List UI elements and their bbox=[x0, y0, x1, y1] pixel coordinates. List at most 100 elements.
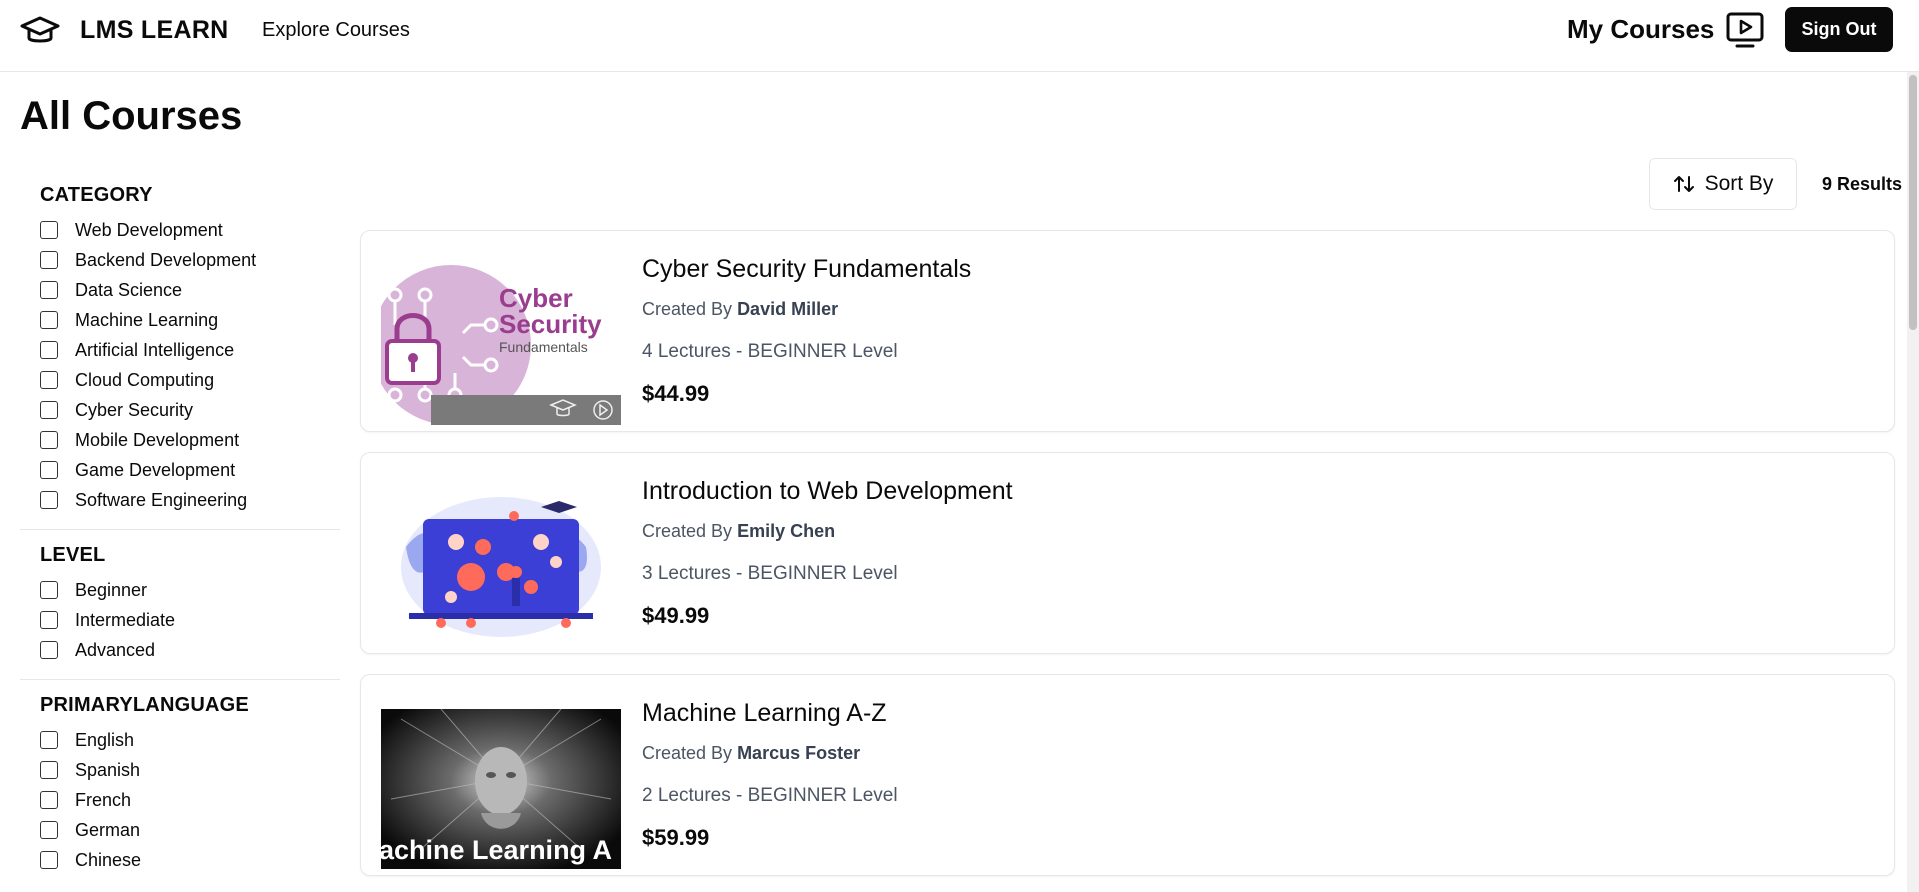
language-option[interactable]: Spanish bbox=[40, 755, 340, 785]
course-card[interactable]: Introduction to Web Development Created … bbox=[360, 452, 1895, 654]
divider bbox=[20, 679, 340, 680]
checkbox[interactable] bbox=[40, 761, 58, 779]
checkbox[interactable] bbox=[40, 491, 58, 509]
results-count: 9 Results bbox=[1822, 174, 1903, 194]
language-option[interactable]: German bbox=[40, 815, 340, 845]
thumb-text-machine-learning: achine Learning A bbox=[381, 835, 612, 865]
category-option[interactable]: Backend Development bbox=[40, 245, 340, 275]
language-filter-title: PRIMARYLANGUAGE bbox=[40, 694, 249, 716]
level-option[interactable]: Beginner bbox=[40, 575, 340, 605]
category-option[interactable]: Cloud Computing bbox=[40, 365, 340, 395]
graduation-cap-icon[interactable] bbox=[20, 15, 60, 47]
course-price: $44.99 bbox=[642, 381, 710, 406]
course-creator: Created By Emily Chen bbox=[642, 521, 835, 542]
filter-option-label: Web Development bbox=[75, 219, 223, 240]
filter-option-label: Cyber Security bbox=[75, 399, 194, 420]
checkbox[interactable] bbox=[40, 461, 58, 479]
checkbox[interactable] bbox=[40, 221, 58, 239]
checkbox[interactable] bbox=[40, 251, 58, 269]
category-option[interactable]: Game Development bbox=[40, 455, 340, 485]
course-thumbnail-machine-learning: achine Learning A bbox=[381, 709, 621, 869]
checkbox[interactable] bbox=[40, 641, 58, 659]
thumb-text-security: Security bbox=[499, 309, 602, 339]
filter-option-label: Beginner bbox=[75, 579, 148, 600]
course-creator: Created By Marcus Foster bbox=[642, 743, 860, 764]
filter-option-label: Artificial Intelligence bbox=[75, 339, 235, 360]
checkbox[interactable] bbox=[40, 431, 58, 449]
checkbox[interactable] bbox=[40, 821, 58, 839]
filter-option-label: Mobile Development bbox=[75, 429, 240, 450]
level-option[interactable]: Intermediate bbox=[40, 605, 340, 635]
category-option[interactable]: Software Engineering bbox=[40, 485, 340, 515]
instructor-name: David Miller bbox=[737, 299, 839, 319]
checkbox[interactable] bbox=[40, 581, 58, 599]
course-card[interactable]: Cyber Security Fundamentals Cyber Securi… bbox=[360, 230, 1895, 432]
category-option[interactable]: Machine Learning bbox=[40, 305, 340, 335]
filter-option-label: French bbox=[75, 789, 132, 810]
checkbox[interactable] bbox=[40, 401, 58, 419]
filter-option-label: German bbox=[75, 819, 141, 840]
filter-option-label: Software Engineering bbox=[75, 489, 248, 510]
sort-by-label: Sort By bbox=[1704, 172, 1774, 195]
course-card[interactable]: achine Learning A Machine Learning A-Z C… bbox=[360, 674, 1895, 876]
created-by-prefix: Created By bbox=[642, 743, 733, 763]
filter-option-label: Advanced bbox=[75, 639, 156, 660]
filter-sidebar: CATEGORY Web Development Backend Developm… bbox=[20, 170, 340, 875]
filter-option-label: Cloud Computing bbox=[75, 369, 215, 390]
filter-option-label: Machine Learning bbox=[75, 309, 219, 330]
language-option[interactable]: Chinese bbox=[40, 845, 340, 875]
category-filter-group: CATEGORY Web Development Backend Developm… bbox=[20, 184, 340, 515]
course-thumbnail-cyber-security: Cyber Security Fundamentals bbox=[381, 265, 621, 425]
course-title[interactable]: Cyber Security Fundamentals bbox=[642, 255, 971, 284]
sort-arrows-icon bbox=[1673, 176, 1694, 192]
filter-option-label: Spanish bbox=[75, 759, 141, 780]
course-title[interactable]: Machine Learning A-Z bbox=[642, 699, 887, 728]
brand-name[interactable]: LMS LEARN bbox=[80, 16, 229, 45]
category-option[interactable]: Artificial Intelligence bbox=[40, 335, 340, 365]
filter-option-label: Data Science bbox=[75, 279, 183, 300]
top-header: LMS LEARN Explore Courses My Courses Sig… bbox=[0, 0, 1919, 72]
course-price: $59.99 bbox=[642, 825, 710, 850]
checkbox[interactable] bbox=[40, 611, 58, 629]
checkbox[interactable] bbox=[40, 371, 58, 389]
sort-by-button[interactable]: Sort By bbox=[1649, 158, 1797, 210]
level-filter-group: LEVEL Beginner Intermediate Advanced bbox=[20, 544, 340, 665]
instructor-name: Emily Chen bbox=[737, 521, 836, 541]
checkbox[interactable] bbox=[40, 311, 58, 329]
checkbox[interactable] bbox=[40, 851, 58, 869]
filter-option-label: Intermediate bbox=[75, 609, 176, 630]
category-option[interactable]: Mobile Development bbox=[40, 425, 340, 455]
course-title[interactable]: Introduction to Web Development bbox=[642, 477, 1013, 506]
explore-courses-link[interactable]: Explore Courses bbox=[262, 19, 410, 42]
course-meta: 2 Lectures - BEGINNER Level bbox=[642, 785, 898, 806]
tv-play-icon[interactable] bbox=[1725, 11, 1765, 49]
filter-option-label: English bbox=[75, 729, 135, 750]
course-thumbnail-web-development bbox=[381, 487, 621, 647]
language-option[interactable]: English bbox=[40, 725, 340, 755]
created-by-prefix: Created By bbox=[642, 521, 733, 541]
category-option[interactable]: Data Science bbox=[40, 275, 340, 305]
created-by-prefix: Created By bbox=[642, 299, 733, 319]
language-filter-group: PRIMARYLANGUAGE English Spanish French Germ… bbox=[20, 694, 340, 875]
page-title: All Courses bbox=[20, 94, 243, 138]
checkbox[interactable] bbox=[40, 341, 58, 359]
my-courses-link[interactable]: My Courses bbox=[1567, 14, 1714, 45]
level-option[interactable]: Advanced bbox=[40, 635, 340, 665]
category-filter-title: CATEGORY bbox=[40, 184, 153, 206]
course-meta: 4 Lectures - BEGINNER Level bbox=[642, 341, 898, 362]
category-option[interactable]: Cyber Security bbox=[40, 395, 340, 425]
filter-option-label: Chinese bbox=[75, 849, 142, 870]
course-meta: 3 Lectures - BEGINNER Level bbox=[642, 563, 898, 584]
language-option[interactable]: French bbox=[40, 785, 340, 815]
checkbox[interactable] bbox=[40, 281, 58, 299]
course-price: $49.99 bbox=[642, 603, 710, 628]
category-option[interactable]: Web Development bbox=[40, 215, 340, 245]
thumb-text-fundamentals: Fundamentals bbox=[499, 339, 588, 355]
checkbox[interactable] bbox=[40, 731, 58, 749]
divider bbox=[20, 529, 340, 530]
scrollbar-thumb[interactable] bbox=[1909, 75, 1917, 330]
sign-out-button[interactable]: Sign Out bbox=[1785, 7, 1893, 52]
course-creator: Created By David Miller bbox=[642, 299, 838, 320]
checkbox[interactable] bbox=[40, 791, 58, 809]
filter-option-label: Backend Development bbox=[75, 249, 257, 270]
